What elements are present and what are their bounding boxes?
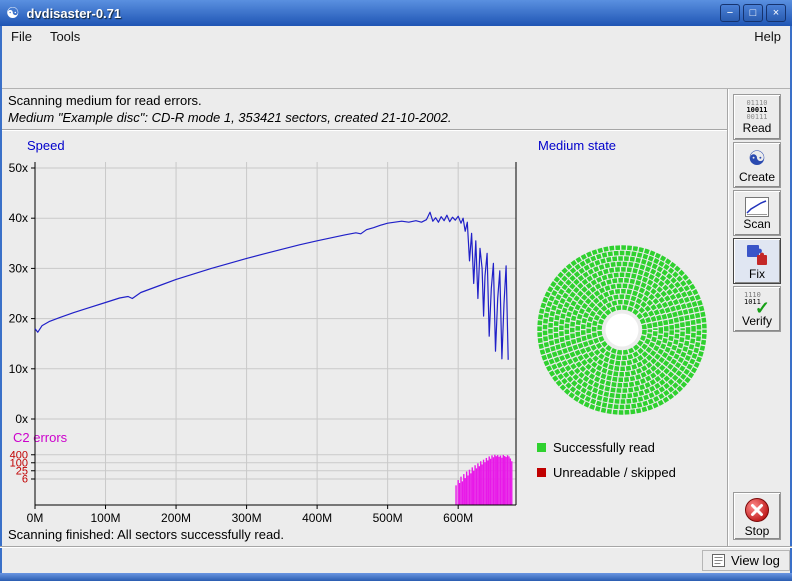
legend-success: Successfully read xyxy=(537,440,655,455)
read-binary-icon: 01110 10011 00111 xyxy=(746,100,767,121)
stop-button[interactable]: Stop xyxy=(733,492,781,540)
view-log-label: View log xyxy=(731,553,780,568)
verify-check-icon: 1110 1011 ✓ xyxy=(744,292,770,314)
status-line-1: Scanning medium for read errors. xyxy=(8,93,202,108)
window-frame-bottom xyxy=(0,573,792,581)
speed-chart-title: Speed xyxy=(27,138,65,153)
menu-help[interactable]: Help xyxy=(745,27,790,46)
menu-tools[interactable]: Tools xyxy=(41,27,89,46)
medium-state-title: Medium state xyxy=(538,138,616,153)
log-window-icon xyxy=(712,554,725,567)
app-icon: ☯ xyxy=(6,4,19,22)
green-check-icon: ✓ xyxy=(755,299,770,317)
legend-unreadable: Unreadable / skipped xyxy=(537,465,676,480)
create-button-label: Create xyxy=(739,171,775,183)
read-button[interactable]: 01110 10011 00111 Read xyxy=(733,94,781,140)
legend-unreadable-label: Unreadable / skipped xyxy=(553,465,676,480)
medium-state-disc xyxy=(535,240,710,420)
titlebar[interactable]: ☯ dvdisaster-0.71 − □ × xyxy=(0,0,792,26)
footer-bar xyxy=(2,548,790,573)
maximize-button[interactable]: □ xyxy=(743,4,763,22)
sidebar-separator xyxy=(727,89,729,547)
verify-button[interactable]: 1110 1011 ✓ Verify xyxy=(733,286,781,332)
close-button[interactable]: × xyxy=(766,4,786,22)
view-log-button[interactable]: View log xyxy=(702,550,790,571)
minimize-button[interactable]: − xyxy=(720,4,740,22)
scan-result-status: Scanning finished: All sectors successfu… xyxy=(8,527,284,542)
legend-success-swatch xyxy=(537,443,546,452)
status-separator xyxy=(2,129,727,131)
c2-errors-title: C2 errors xyxy=(13,430,67,445)
scan-chart-icon xyxy=(745,197,769,217)
menubar: File Tools Help xyxy=(2,26,790,46)
legend-success-label: Successfully read xyxy=(553,440,655,455)
create-button[interactable]: ☯ Create xyxy=(733,142,781,188)
toolbar: Optical drive 52X FW 1.02 ▼ xyxy=(2,46,790,89)
stop-button-label: Stop xyxy=(745,525,770,537)
puzzle-icon xyxy=(744,243,770,267)
read-button-label: Read xyxy=(743,122,772,134)
fix-button-label: Fix xyxy=(749,268,765,280)
yin-yang-icon: ☯ xyxy=(748,148,766,170)
app-window: ☯ dvdisaster-0.71 − □ × File Tools Help … xyxy=(0,0,792,581)
fix-button[interactable]: Fix xyxy=(733,238,781,284)
menu-file[interactable]: File xyxy=(2,27,41,46)
stop-x-icon xyxy=(743,496,771,524)
scan-button-label: Scan xyxy=(743,218,770,230)
scan-button[interactable]: Scan xyxy=(733,190,781,236)
window-title: dvdisaster-0.71 xyxy=(26,6,717,21)
status-line-2: Medium "Example disc": CD-R mode 1, 3534… xyxy=(8,110,452,125)
legend-unreadable-swatch xyxy=(537,468,546,477)
